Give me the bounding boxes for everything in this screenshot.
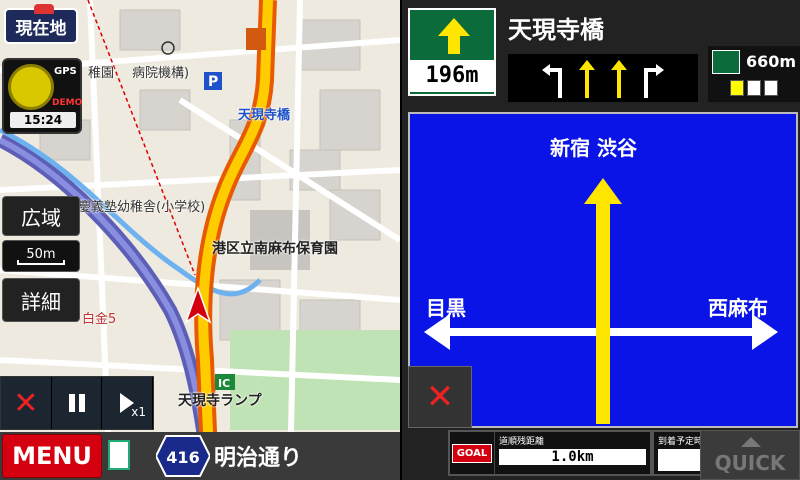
- remaining-distance-label: 道順残距離: [499, 437, 545, 447]
- speed-label: x1: [131, 405, 147, 419]
- quick-button[interactable]: QUICK: [700, 430, 800, 480]
- next-turn-left-icon: [712, 50, 740, 74]
- map-label-kindergarten: 稚園: [88, 66, 115, 81]
- road-name: 明治通り: [214, 446, 303, 471]
- map-view[interactable]: P IC 稚園 病院機構) 天現寺橋 慶義塾幼稚舎(小学校) 港区立南麻布保育園…: [0, 0, 400, 480]
- car-icon: [34, 4, 54, 14]
- map-label-school: 慶義塾幼稚舎(小学校): [78, 200, 206, 215]
- lane-guidance: [508, 54, 698, 102]
- chevron-up-icon: [741, 437, 761, 447]
- map-label-bridge: 天現寺橋: [238, 108, 291, 123]
- remaining-distance: 1.0km: [499, 449, 646, 465]
- close-icon: ✕: [13, 385, 39, 421]
- bottom-bar: MENU 416 明治通り: [0, 432, 400, 480]
- compass-icon: [8, 64, 54, 110]
- intersection-name: 天現寺橋: [508, 16, 604, 44]
- route-shield-icon: 416: [156, 435, 210, 477]
- junction-label-right: 西麻布: [708, 296, 768, 320]
- map-scale: 50m: [2, 240, 80, 272]
- guidance-panel: 196m 天現寺橋 660m 新宿 渋谷 目黒 西麻布 ✕ GOAL 道順残距離…: [400, 0, 800, 480]
- svg-text:416: 416: [166, 448, 199, 467]
- scale-bar: [17, 260, 65, 265]
- clock: 15:24: [10, 112, 76, 128]
- restaurant-icon: [246, 28, 266, 50]
- pause-button[interactable]: [52, 377, 103, 429]
- junction-label-left: 目黒: [426, 296, 466, 320]
- next-lane-icons: [730, 80, 778, 96]
- straight-arrow-icon: [438, 18, 470, 54]
- stop-demo-button[interactable]: ✕: [1, 377, 52, 429]
- lane-straight-icon: [611, 60, 628, 98]
- turn-distance: 196m: [410, 60, 494, 92]
- next-turn-distance: 660m: [746, 52, 797, 71]
- junction-label-ahead: 新宿 渋谷: [550, 136, 637, 160]
- next-turn-info: 660m: [708, 46, 800, 102]
- zoom-out-button[interactable]: 広域: [2, 196, 80, 236]
- map-label-ramp: 天現寺ランプ: [178, 393, 262, 409]
- svg-text:IC: IC: [218, 377, 230, 390]
- svg-text:P: P: [208, 74, 218, 90]
- close-junction-button[interactable]: ✕: [408, 366, 472, 428]
- pause-icon: [68, 394, 75, 412]
- current-location-button[interactable]: 現在地: [4, 4, 78, 44]
- demo-playback-controls: ✕ x1: [0, 376, 154, 430]
- map-label-hospital: 病院機構): [132, 66, 190, 81]
- menu-button[interactable]: MENU: [2, 434, 102, 478]
- lane-straight-icon: [578, 60, 595, 98]
- goal-badge: GOAL: [451, 443, 493, 463]
- close-icon: ✕: [425, 377, 455, 417]
- convenience-store-icon[interactable]: [108, 440, 130, 470]
- demo-label: DEMO: [52, 98, 83, 108]
- play-speed-button[interactable]: x1: [102, 377, 154, 429]
- trip-info: GOAL 道順残距離 1.0km: [448, 430, 652, 476]
- lane-left-icon: [542, 64, 563, 98]
- map-label-nursery: 港区立南麻布保育園: [212, 241, 338, 257]
- gps-label: GPS: [54, 66, 77, 77]
- zoom-in-button[interactable]: 詳細: [2, 278, 80, 322]
- lane-right-icon: [643, 64, 664, 98]
- map-label-area: 白金5: [82, 312, 117, 327]
- turn-distance-box: 196m: [408, 8, 496, 96]
- compass-widget[interactable]: GPS DEMO 15:24: [2, 58, 82, 134]
